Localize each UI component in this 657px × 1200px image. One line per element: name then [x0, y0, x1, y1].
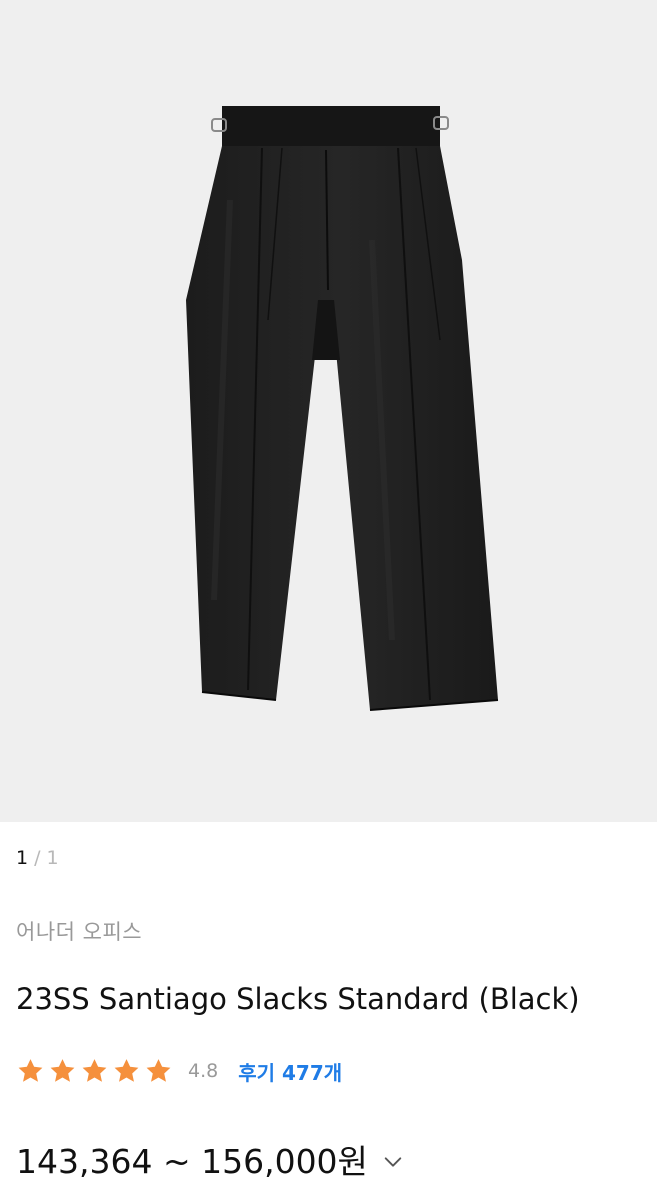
- product-image[interactable]: [0, 0, 657, 822]
- brand-name[interactable]: 어나더 오피스: [16, 918, 142, 946]
- pager-separator: /: [34, 847, 41, 869]
- review-count-link[interactable]: 후기 477개: [238, 1057, 342, 1086]
- product-title: 23SS Santiago Slacks Standard (Black): [16, 982, 580, 1016]
- star-icon: [146, 1059, 171, 1082]
- star-icon: [82, 1059, 107, 1082]
- black-pleated-trousers-photo: [186, 106, 499, 711]
- price-range: 143,364 ~ 156,000원: [16, 1142, 368, 1181]
- chevron-down-icon[interactable]: [382, 1151, 404, 1173]
- star-icon: [18, 1059, 43, 1082]
- star-icon: [114, 1059, 139, 1082]
- pager-total: 1: [46, 847, 59, 869]
- image-pager: 1/1: [16, 846, 59, 870]
- price-row[interactable]: 143,364 ~ 156,000원: [16, 1140, 404, 1184]
- rating-value: 4.8: [188, 1060, 219, 1082]
- pager-current: 1: [16, 847, 29, 869]
- star-icon: [50, 1059, 75, 1082]
- star-rating: [16, 1057, 176, 1085]
- rating-row: 4.8 후기 477개: [16, 1055, 342, 1087]
